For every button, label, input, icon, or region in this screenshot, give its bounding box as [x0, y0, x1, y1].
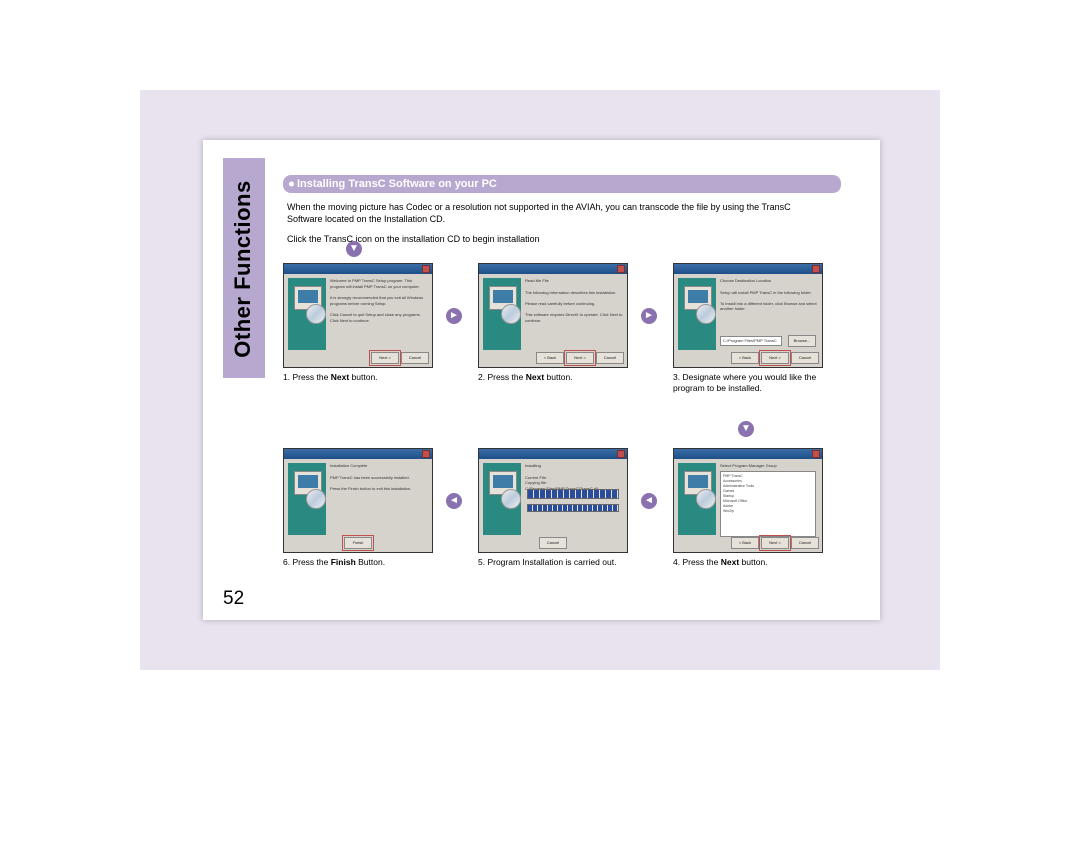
intro-paragraph-2: Click the TransC icon on the installatio… [287, 233, 827, 245]
manual-page: Other Functions Installing TransC Softwa… [203, 140, 880, 620]
cancel-button[interactable]: Cancel [596, 352, 624, 364]
window-titlebar [479, 264, 627, 274]
next-button[interactable]: Next > [371, 352, 399, 364]
browse-button[interactable]: Browse... [788, 335, 816, 347]
content-area: Installing TransC Software on your PC Wh… [283, 175, 850, 593]
screenshot-welcome: Welcome to PMP TransC Setup program. Thi… [283, 263, 433, 368]
page-background: Other Functions Installing TransC Softwa… [140, 90, 940, 670]
step-caption: 5. Program Installation is carried out. [478, 557, 628, 568]
screenshot-program-group: Select Program Manager Group PMP TransCA… [673, 448, 823, 553]
step-caption: 3. Designate where you would like the pr… [673, 372, 823, 394]
next-button[interactable]: Next > [761, 352, 789, 364]
window-titlebar [674, 264, 822, 274]
back-button[interactable]: < Back [536, 352, 564, 364]
section-title: Other Functions [230, 164, 256, 374]
finish-button[interactable]: Finish [344, 537, 372, 549]
dialog-button-row: Next > Cancel [371, 352, 429, 364]
steps-grid: ▼ ► ► ▼ ◄ ◄ Welcome to PMP TransC Setup … [283, 263, 853, 593]
wizard-body-text: InstallingCurrent File:Copying file:C:\P… [525, 463, 623, 535]
screenshot-destination: Choose Destination LocationSetup will in… [673, 263, 823, 368]
window-titlebar [284, 449, 432, 459]
back-button[interactable]: < Back [731, 352, 759, 364]
intro-paragraph-1: When the moving picture has Codec or a r… [287, 201, 827, 225]
arrow-down-icon: ▼ [346, 241, 362, 257]
dialog-button-row: Cancel [539, 537, 567, 549]
destination-path-field: C:\Program Files\PMP TransC [720, 336, 782, 346]
step-caption: 4. Press the Next button. [673, 557, 823, 568]
dialog-button-row: < Back Next > Cancel [731, 537, 819, 549]
cancel-button[interactable]: Cancel [539, 537, 567, 549]
dialog-button-row: Finish [344, 537, 372, 549]
section-tab: Other Functions [223, 158, 265, 378]
window-titlebar [479, 449, 627, 459]
back-button[interactable]: < Back [731, 537, 759, 549]
window-titlebar [284, 264, 432, 274]
arrow-right-icon: ► [446, 308, 462, 324]
wizard-body-text: Read Me FileThe following information de… [525, 278, 623, 350]
step-5: InstallingCurrent File:Copying file:C:\P… [478, 448, 628, 568]
step-3: Choose Destination LocationSetup will in… [673, 263, 823, 394]
cancel-button[interactable]: Cancel [791, 352, 819, 364]
arrow-left-icon: ◄ [446, 493, 462, 509]
arrow-left-icon: ◄ [641, 493, 657, 509]
cancel-button[interactable]: Cancel [401, 352, 429, 364]
progress-bar [527, 489, 619, 499]
step-6: Installation CompletePMP TransC has been… [283, 448, 433, 568]
cancel-button[interactable]: Cancel [791, 537, 819, 549]
step-2: Read Me FileThe following information de… [478, 263, 628, 383]
step-caption: 1. Press the Next button. [283, 372, 433, 383]
arrow-down-icon: ▼ [738, 421, 754, 437]
step-caption: 6. Press the Finish Button. [283, 557, 433, 568]
progress-bar-all [527, 504, 619, 512]
wizard-body-text: Welcome to PMP TransC Setup program. Thi… [330, 278, 428, 350]
page-number: 52 [223, 588, 244, 610]
next-button[interactable]: Next > [761, 537, 789, 549]
wizard-body-text: Installation CompletePMP TransC has been… [330, 463, 428, 535]
arrow-right-icon: ► [641, 308, 657, 324]
program-group-listbox[interactable]: PMP TransCAccessoriesAdministrative Tool… [720, 471, 816, 537]
step-4: Select Program Manager Group PMP TransCA… [673, 448, 823, 568]
screenshot-readme: Read Me FileThe following information de… [478, 263, 628, 368]
window-titlebar [674, 449, 822, 459]
screenshot-complete: Installation CompletePMP TransC has been… [283, 448, 433, 553]
screenshot-installing: InstallingCurrent File:Copying file:C:\P… [478, 448, 628, 553]
step-1: Welcome to PMP TransC Setup program. Thi… [283, 263, 433, 383]
dialog-button-row: < Back Next > Cancel [731, 352, 819, 364]
dialog-button-row: < Back Next > Cancel [536, 352, 624, 364]
next-button[interactable]: Next > [566, 352, 594, 364]
heading: Installing TransC Software on your PC [283, 175, 841, 193]
step-caption: 2. Press the Next button. [478, 372, 628, 383]
